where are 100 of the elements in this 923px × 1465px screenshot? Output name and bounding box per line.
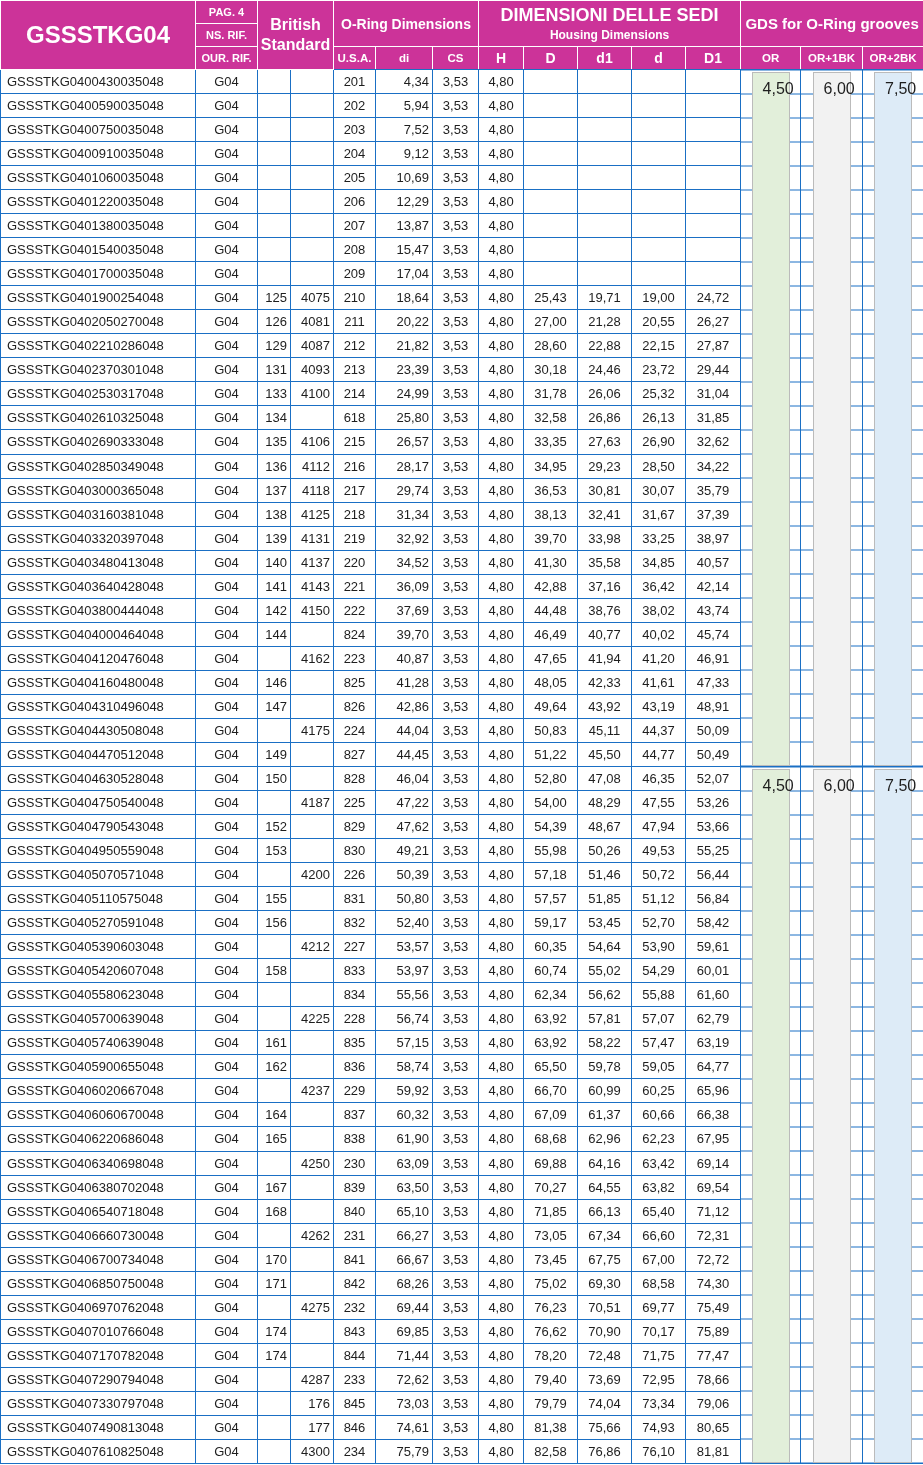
table-cell: 70,51 [577,1295,632,1320]
table-cell: G04 [195,1271,258,1296]
table-cell: 4,80 [478,454,524,479]
table-cell: G04 [195,1175,258,1200]
table-cell: 55,98 [523,838,578,863]
table-cell: 4,80 [478,165,524,190]
table-cell: GSSSTKG0406340698048 [0,1151,196,1176]
table-cell: 3,53 [432,622,479,647]
table-cell: 843 [333,1319,376,1344]
table-cell: 31,78 [523,381,578,406]
table-cell: 24,46 [577,357,632,382]
table-cell: G04 [195,598,258,623]
table-cell: 42,33 [577,670,632,695]
table-cell: 230 [333,1151,376,1176]
table-cell: G04 [195,838,258,863]
table-cell: 63,92 [523,1030,578,1055]
table-cell: 4175 [290,718,334,743]
table-cell: 4118 [290,478,334,503]
table-cell: G04 [195,526,258,551]
table-cell: 4,80 [478,742,524,767]
table-cell: 4,80 [478,1102,524,1127]
table-cell: 4087 [290,333,334,358]
table-cell: 4300 [290,1439,334,1464]
table-cell: 229 [333,1078,376,1103]
table-cell: 3,53 [432,694,479,719]
table-cell: 3,53 [432,1295,479,1320]
table-cell: 35,58 [577,550,632,575]
table-cell: 18,64 [375,285,433,310]
table-cell: GSSSTKG0402530317048 [0,381,196,406]
table-cell: 153 [257,838,291,863]
table-cell: GSSSTKG0402050270048 [0,309,196,334]
table-cell: G04 [195,934,258,959]
table-cell: 37,69 [375,598,433,623]
table-cell: 829 [333,814,376,839]
table-cell: 47,22 [375,790,433,815]
table-cell: G04 [195,622,258,647]
table-cell: 49,53 [631,838,686,863]
table-cell: G04 [195,141,258,166]
table-cell: 71,75 [631,1343,686,1368]
table-cell: 138 [257,502,291,527]
table-cell: 142 [257,598,291,623]
table-cell: 73,69 [577,1367,632,1392]
table-cell: 4,80 [478,790,524,815]
table-cell: 213 [333,357,376,382]
table-cell: 36,53 [523,478,578,503]
table-cell: G04 [195,766,258,791]
table-cell: 44,04 [375,718,433,743]
table-cell: 59,17 [523,910,578,935]
table-cell: G04 [195,237,258,262]
table-cell: 40,02 [631,622,686,647]
table-cell: 3,53 [432,958,479,983]
table-cell: GSSSTKG0404950559048 [0,838,196,863]
table-cell: 45,50 [577,742,632,767]
table-cell: 57,81 [577,1006,632,1031]
table-cell: 222 [333,598,376,623]
table-cell: 4,80 [478,1319,524,1344]
table-cell: 34,95 [523,454,578,479]
table-cell: 69,88 [523,1151,578,1176]
table-cell: 4,80 [478,309,524,334]
table-cell: 40,87 [375,646,433,671]
table-cell: 58,74 [375,1054,433,1079]
table-cell: 125 [257,285,291,310]
table-cell: 3,53 [432,790,479,815]
table-cell: 4,80 [478,598,524,623]
table-cell: 201 [333,69,376,94]
table-cell: G04 [195,550,258,575]
table-cell: 4,80 [478,694,524,719]
table-cell: 65,50 [523,1054,578,1079]
table-cell: 76,62 [523,1319,578,1344]
table-cell: 69,77 [631,1295,686,1320]
table-cell: 46,35 [631,766,686,791]
table-cell: G04 [195,69,258,94]
table-cell: GSSSTKG0406020667048 [0,1078,196,1103]
table-cell: 3,53 [432,1343,479,1368]
table-cell: 3,53 [432,838,479,863]
table-cell: GSSSTKG0403800444048 [0,598,196,623]
table-cell: G04 [195,357,258,382]
table-cell: 3,53 [432,766,479,791]
table-cell: 34,52 [375,550,433,575]
table-cell: 66,70 [523,1078,578,1103]
table-cell: G04 [195,1078,258,1103]
table-cell: 202 [333,93,376,118]
table-cell: 38,76 [577,598,632,623]
table-cell: GSSSTKG0406850750048 [0,1271,196,1296]
table-cell: GSSSTKG0401380035048 [0,213,196,238]
table-cell: 56,74 [375,1006,433,1031]
table-cell: G04 [195,1030,258,1055]
table-cell: 39,70 [523,526,578,551]
table-cell: 3,53 [432,189,479,214]
table-cell: GSSSTKG0402690333048 [0,429,196,454]
table-cell: 3,53 [432,814,479,839]
table-cell: 73,03 [375,1391,433,1416]
table-cell: 824 [333,622,376,647]
table-cell: 68,58 [631,1271,686,1296]
table-cell: 839 [333,1175,376,1200]
table-cell: 73,45 [523,1247,578,1272]
table-cell: 3,53 [432,93,479,118]
table-cell: 51,12 [631,886,686,911]
table-cell: 69,44 [375,1295,433,1320]
table-cell: 212 [333,333,376,358]
